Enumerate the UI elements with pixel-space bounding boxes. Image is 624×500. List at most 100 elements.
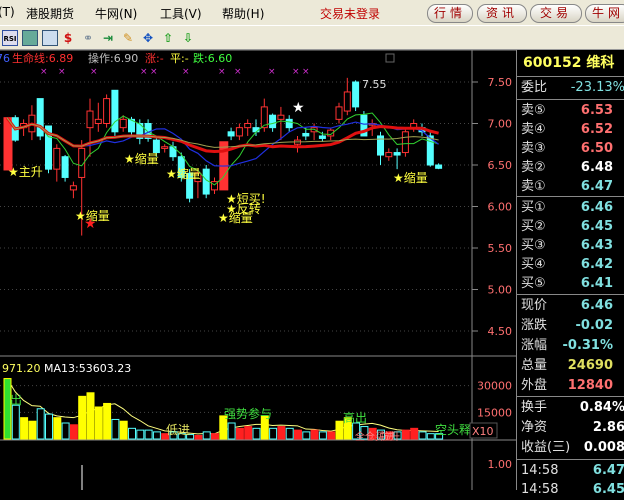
maximize-icon[interactable]: [385, 53, 395, 63]
stats2-row: 收益(三) 0.008: [521, 438, 624, 458]
x-marker: ×: [150, 67, 158, 77]
candle-body: [385, 152, 393, 158]
volume-bar: [78, 395, 87, 440]
indicator-prefix: 76: [0, 52, 10, 65]
row-value: 6.45: [580, 219, 613, 234]
volume-signal: 全仓买进: [355, 430, 395, 443]
volume-bar: [418, 431, 427, 440]
x-marker: ×: [90, 67, 98, 77]
row-value: 6.45: [592, 482, 624, 497]
volume-bar: [111, 418, 120, 440]
stat-row: 现价 6.46: [521, 296, 624, 316]
candle-body: [343, 91, 351, 112]
row-label: 换手: [521, 400, 548, 415]
rsi-icon[interactable]: RSI: [2, 30, 18, 46]
signal-label: ★缩量: [218, 210, 253, 225]
volume-bar: [128, 427, 136, 440]
export-icon[interactable]: ⇥: [100, 30, 116, 46]
volume-signal: 空头释: [435, 423, 471, 437]
row-label: 卖②: [521, 160, 546, 175]
row-value: 6.46: [580, 298, 613, 313]
grid-icon[interactable]: [42, 30, 58, 46]
refresh-icon[interactable]: [22, 30, 38, 46]
quote-panel: 600152 维科 委比 -23.13% 卖⑤ 6.53 卖④ 6.52 卖③ 6.50 卖②…: [516, 50, 624, 497]
row-value: 6.43: [580, 238, 613, 253]
menu-item-help[interactable]: 帮助(H): [222, 5, 264, 22]
candle-body: [285, 118, 293, 129]
volume-bar: [327, 431, 336, 440]
quotes-button[interactable]: 行情: [427, 4, 473, 23]
row-value: 6.47: [580, 179, 613, 194]
candle-body: [244, 123, 252, 129]
volume-signal: 低进: [166, 423, 190, 437]
volume-bar: [28, 420, 37, 440]
menu-item-hk-futures[interactable]: 港股期货: [26, 5, 74, 22]
candle-body: [3, 117, 13, 171]
ask-row: 卖⑤ 6.53: [521, 101, 624, 121]
volume-signal: 出: [10, 393, 22, 407]
flat-value: 平:-: [170, 52, 189, 65]
row-value: 6.52: [580, 122, 613, 137]
volume-bar: [294, 429, 302, 440]
row-label: 外盘: [521, 378, 548, 393]
row-label: 买④: [521, 257, 546, 272]
high-label: 7.55: [362, 78, 387, 91]
row-label: 卖①: [521, 179, 546, 194]
x-marker: ×: [218, 67, 226, 77]
volume-ma1: 971.20: [2, 362, 41, 375]
lower-axis-label: 1.00: [488, 458, 513, 471]
candle-body: [435, 164, 443, 169]
candle-body: [269, 114, 277, 129]
row-label: 14:58: [521, 482, 559, 497]
kline-chart[interactable]: 76 生命线:6.89 操作:6.90 涨:- 平:- 跌:6.60 ×××××…: [0, 49, 516, 490]
candle-body: [152, 139, 160, 154]
order-ratio: 委比 -23.13%: [521, 80, 624, 95]
x-marker: ×: [40, 67, 48, 77]
menu-item-tools[interactable]: 工具(V): [160, 5, 202, 22]
move-icon[interactable]: ✥: [140, 30, 156, 46]
down-arrow-icon[interactable]: ⇩: [180, 30, 196, 46]
rise-value: 涨:-: [145, 52, 164, 65]
volume-bar: [152, 431, 161, 440]
candle-body: [235, 127, 243, 137]
niuwang-button[interactable]: 牛网: [585, 4, 624, 23]
price-axis-label: 5.00: [488, 284, 513, 297]
row-label: 买①: [521, 200, 546, 215]
row-label: 买②: [521, 219, 546, 234]
menu-item-t[interactable]: (T): [0, 5, 15, 19]
x-marker: ×: [58, 67, 66, 77]
login-status: 交易未登录: [320, 7, 381, 21]
x-marker: ×: [182, 67, 190, 77]
dollar-icon[interactable]: $: [60, 30, 76, 46]
candle-body: [227, 131, 235, 137]
candle-body: [277, 114, 285, 120]
row-value: -0.02: [575, 318, 613, 333]
volume-bar: [144, 429, 153, 440]
candle-body: [61, 156, 69, 178]
tick-row: 14:58 6.45: [521, 480, 624, 500]
row-value: 2.86: [592, 420, 624, 435]
candle-body: [393, 152, 401, 156]
volume-bar: [335, 420, 344, 440]
x-marker: ×: [140, 67, 148, 77]
star-icon: ★: [292, 100, 305, 116]
news-button[interactable]: 资讯: [477, 4, 527, 23]
row-label: 现价: [521, 298, 548, 313]
signal-label: ★缩量: [124, 151, 159, 166]
price-axis-label: 4.50: [488, 325, 513, 338]
pencil-icon[interactable]: ✎: [120, 30, 136, 46]
volume-bar: [235, 427, 244, 440]
up-arrow-icon[interactable]: ⇧: [160, 30, 176, 46]
operate-value: 操作:6.90: [88, 51, 138, 65]
volume-scale[interactable]: X10: [472, 425, 494, 438]
volume-bar: [269, 427, 278, 440]
connect-icon[interactable]: ⚭: [80, 30, 96, 46]
menu-bar: (T) 港股期货 牛网(N) 工具(V) 帮助(H) 交易未登录 行情 资讯 交…: [0, 0, 624, 25]
price-axis-label: 6.00: [488, 201, 513, 214]
volume-bar: [194, 434, 203, 440]
menu-item-niuwang[interactable]: 牛网(N): [95, 5, 137, 22]
x-marker: ×: [268, 67, 276, 77]
volume-bar: [302, 431, 311, 440]
trade-button[interactable]: 交易: [530, 4, 582, 23]
row-label: 买③: [521, 238, 546, 253]
